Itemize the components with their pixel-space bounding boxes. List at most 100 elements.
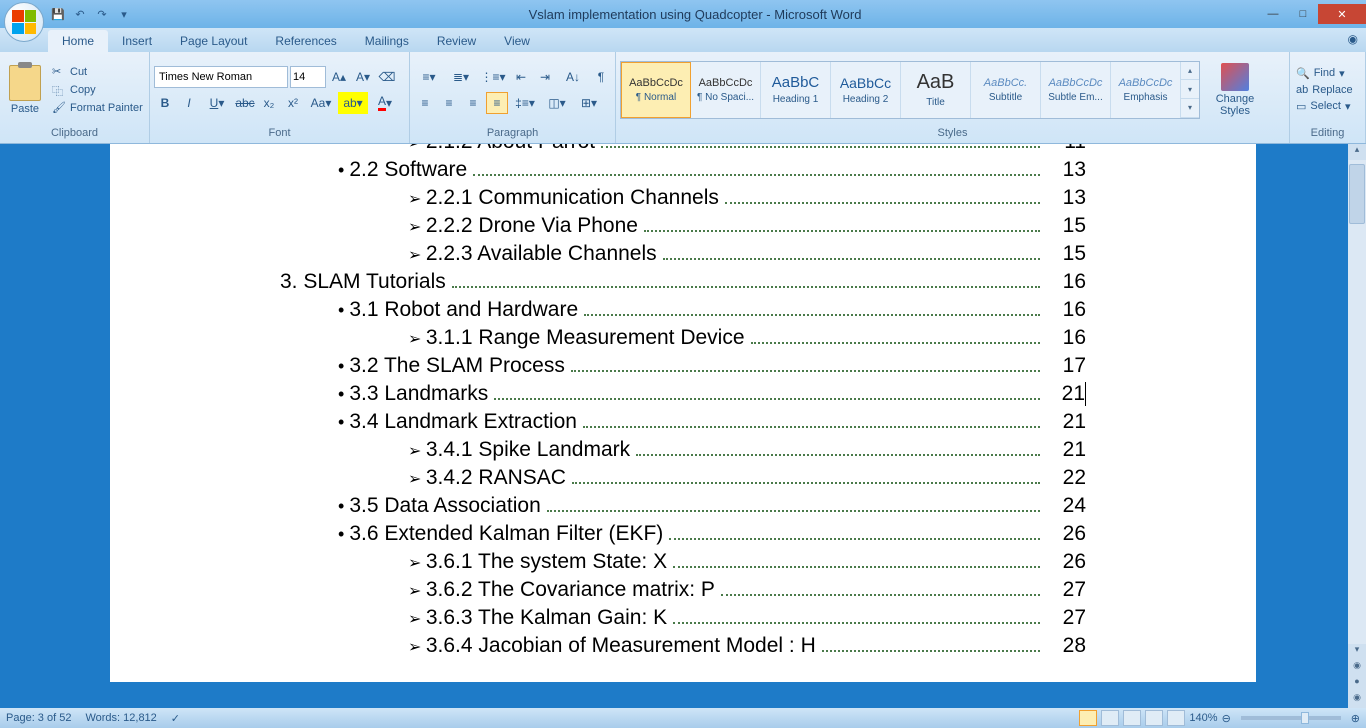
browse-object-button[interactable]: ● [1348, 676, 1366, 692]
tab-mailings[interactable]: Mailings [351, 30, 423, 52]
status-page[interactable]: Page: 3 of 52 [6, 712, 71, 724]
style-no-spacing[interactable]: AaBbCcDc¶ No Spaci... [691, 62, 761, 118]
qat-dropdown-icon[interactable]: ▾ [116, 6, 132, 22]
borders-button[interactable]: ⊞▾ [574, 92, 604, 114]
outline-view-button[interactable] [1145, 710, 1163, 726]
grow-font-button[interactable]: A▴ [328, 66, 350, 88]
show-marks-button[interactable]: ¶ [590, 66, 612, 88]
line-spacing-button[interactable]: ‡≡▾ [510, 92, 540, 114]
align-right-button[interactable]: ≡ [462, 92, 484, 114]
toc-entry: 3.6.2 The Covariance matrix: P27 [280, 578, 1086, 602]
font-color-button[interactable]: A▾ [370, 92, 400, 114]
subscript-button[interactable]: x₂ [258, 92, 280, 114]
scroll-thumb[interactable] [1349, 164, 1365, 224]
group-label-clipboard: Clipboard [4, 125, 145, 141]
toc-entry: 3.4 Landmark Extraction21 [280, 410, 1086, 434]
replace-button[interactable]: abReplace [1294, 83, 1355, 97]
paste-icon [9, 65, 41, 101]
tab-page-layout[interactable]: Page Layout [166, 30, 261, 52]
style-gallery-scroll[interactable]: ▴▾▾ [1181, 62, 1199, 118]
zoom-level[interactable]: 140% [1189, 712, 1217, 724]
next-page-button[interactable]: ◉ [1348, 692, 1366, 708]
superscript-button[interactable]: x² [282, 92, 304, 114]
font-name-select[interactable] [154, 66, 288, 88]
clear-formatting-button[interactable]: ⌫ [376, 66, 398, 88]
close-button[interactable]: ✕ [1318, 4, 1366, 24]
minimize-button[interactable]: — [1258, 4, 1288, 24]
prev-page-button[interactable]: ◉ [1348, 660, 1366, 676]
tab-view[interactable]: View [490, 30, 544, 52]
style-subtle-emphasis[interactable]: AaBbCcDcSubtle Em... [1041, 62, 1111, 118]
shading-button[interactable]: ◫▾ [542, 92, 572, 114]
undo-icon[interactable]: ↶ [72, 6, 88, 22]
bullets-button[interactable]: ≡▾ [414, 66, 444, 88]
select-icon: ▭ [1296, 100, 1306, 113]
highlight-button[interactable]: ab▾ [338, 92, 368, 114]
style-normal[interactable]: AaBbCcDc¶ Normal [621, 62, 691, 118]
group-clipboard: Paste ✂Cut ⿻Copy 🖌Format Painter Clipboa… [0, 52, 150, 143]
zoom-slider-thumb[interactable] [1301, 712, 1309, 724]
cut-button[interactable]: ✂Cut [50, 64, 145, 80]
multilevel-list-button[interactable]: ⋮≡▾ [478, 66, 508, 88]
zoom-out-button[interactable]: ⊖ [1222, 712, 1231, 725]
tab-review[interactable]: Review [423, 30, 490, 52]
align-left-button[interactable]: ≡ [414, 92, 436, 114]
toc-entry: 3.6.4 Jacobian of Measurement Model : H2… [280, 634, 1086, 658]
maximize-button[interactable]: □ [1288, 4, 1318, 24]
scroll-down-button[interactable]: ▾ [1348, 644, 1366, 660]
numbering-button[interactable]: ≣▾ [446, 66, 476, 88]
print-layout-view-button[interactable] [1079, 710, 1097, 726]
italic-button[interactable]: I [178, 92, 200, 114]
document-area[interactable]: 2.1.2 About Parrot112.2 Software132.2.1 … [0, 144, 1366, 708]
copy-button[interactable]: ⿻Copy [50, 82, 145, 98]
justify-button[interactable]: ≡ [486, 92, 508, 114]
change-styles-button[interactable]: Change Styles [1210, 63, 1260, 117]
zoom-slider[interactable] [1241, 716, 1341, 720]
change-styles-icon [1221, 63, 1249, 91]
status-words[interactable]: Words: 12,812 [85, 712, 156, 724]
decrease-indent-button[interactable]: ⇤ [510, 66, 532, 88]
shrink-font-button[interactable]: A▾ [352, 66, 374, 88]
change-case-button[interactable]: Aa▾ [306, 92, 336, 114]
paste-button[interactable]: Paste [4, 65, 46, 115]
redo-icon[interactable]: ↷ [94, 6, 110, 22]
style-title[interactable]: AaBTitle [901, 62, 971, 118]
align-center-button[interactable]: ≡ [438, 92, 460, 114]
zoom-in-button[interactable]: ⊕ [1351, 712, 1360, 725]
increase-indent-button[interactable]: ⇥ [534, 66, 556, 88]
save-icon[interactable]: 💾 [50, 6, 66, 22]
office-button[interactable] [4, 2, 44, 42]
draft-view-button[interactable] [1167, 710, 1185, 726]
font-size-select[interactable] [290, 66, 326, 88]
bold-button[interactable]: B [154, 92, 176, 114]
group-editing: 🔍Find ▾ abReplace ▭Select ▾ Editing [1290, 52, 1366, 143]
help-icon[interactable]: ◉ [1348, 32, 1358, 46]
underline-button[interactable]: U▾ [202, 92, 232, 114]
format-painter-button[interactable]: 🖌Format Painter [50, 100, 145, 116]
tab-references[interactable]: References [261, 30, 350, 52]
style-emphasis[interactable]: AaBbCcDcEmphasis [1111, 62, 1181, 118]
status-proofing-icon[interactable]: ✓ [171, 712, 180, 725]
document-page[interactable]: 2.1.2 About Parrot112.2 Software132.2.1 … [110, 144, 1256, 682]
strikethrough-button[interactable]: abc [234, 92, 256, 114]
group-paragraph: ≡▾ ≣▾ ⋮≡▾ ⇤ ⇥ A↓ ¶ ≡ ≡ ≡ ≡ ‡≡▾ ◫▾ ⊞▾ [410, 52, 616, 143]
tab-insert[interactable]: Insert [108, 30, 166, 52]
style-heading1[interactable]: AaBbCHeading 1 [761, 62, 831, 118]
style-heading2[interactable]: AaBbCcHeading 2 [831, 62, 901, 118]
replace-icon: ab [1296, 84, 1308, 96]
full-screen-view-button[interactable] [1101, 710, 1119, 726]
vertical-scrollbar[interactable]: ▴ ▾ ◉ ● ◉ [1348, 144, 1366, 708]
cut-icon: ✂ [52, 65, 66, 79]
toc-entry: 3.1.1 Range Measurement Device16 [280, 326, 1086, 350]
style-subtitle[interactable]: AaBbCc.Subtitle [971, 62, 1041, 118]
select-button[interactable]: ▭Select ▾ [1294, 99, 1355, 114]
style-gallery: AaBbCcDc¶ Normal AaBbCcDc¶ No Spaci... A… [620, 61, 1200, 119]
tab-home[interactable]: Home [48, 30, 108, 52]
toc-entry: 2.2.2 Drone Via Phone15 [280, 214, 1086, 238]
sort-button[interactable]: A↓ [558, 66, 588, 88]
find-button[interactable]: 🔍Find ▾ [1294, 66, 1355, 81]
toc-entry: 2.1.2 About Parrot11 [280, 144, 1086, 154]
toc-entry: 3.3 Landmarks21 [280, 382, 1086, 406]
web-layout-view-button[interactable] [1123, 710, 1141, 726]
scroll-up-button[interactable]: ▴ [1348, 144, 1366, 160]
